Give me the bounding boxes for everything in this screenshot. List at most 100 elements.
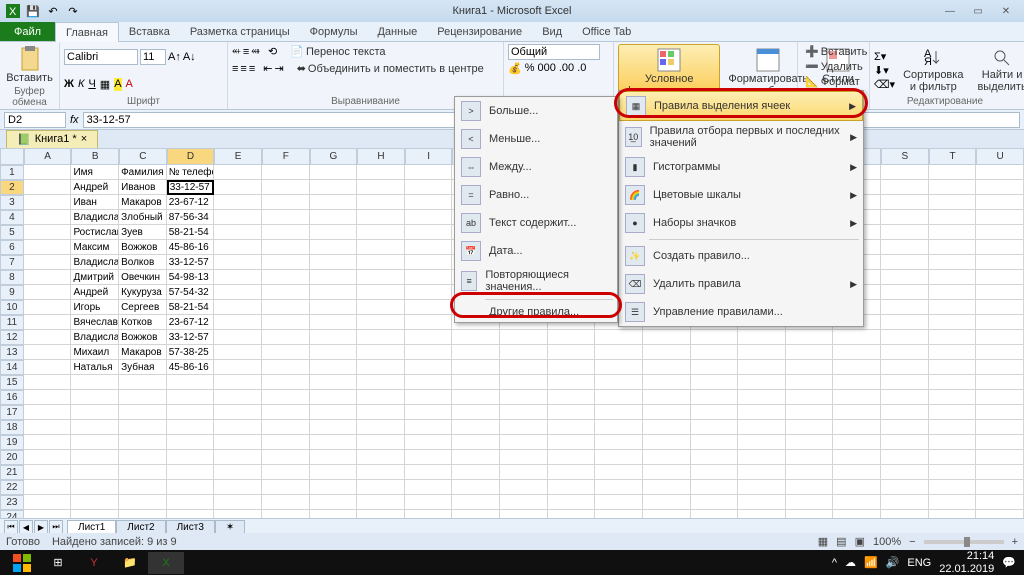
sheet-first-icon[interactable]: ⏮ xyxy=(4,520,18,534)
cell[interactable] xyxy=(262,240,310,255)
cell[interactable] xyxy=(24,435,72,450)
cell[interactable] xyxy=(786,465,834,480)
cell[interactable] xyxy=(929,240,977,255)
cell[interactable]: 58-21-54 xyxy=(167,225,215,240)
cell[interactable]: Овечкин xyxy=(119,270,167,285)
cell[interactable] xyxy=(738,465,786,480)
cell[interactable]: 57-38-25 xyxy=(167,345,215,360)
cell[interactable] xyxy=(310,165,358,180)
merge-button[interactable]: ⬌Объединить и поместить в центре xyxy=(294,61,487,76)
cell[interactable] xyxy=(929,195,977,210)
cell[interactable]: Вожжов xyxy=(119,330,167,345)
cell[interactable] xyxy=(691,375,739,390)
cell[interactable] xyxy=(167,435,215,450)
cell[interactable] xyxy=(167,465,215,480)
cell[interactable] xyxy=(24,360,72,375)
cell[interactable] xyxy=(691,330,739,345)
cell[interactable] xyxy=(881,405,929,420)
tab-insert[interactable]: Вставка xyxy=(119,22,180,41)
cell[interactable] xyxy=(405,420,453,435)
cell[interactable] xyxy=(262,285,310,300)
cell[interactable] xyxy=(310,405,358,420)
cell[interactable] xyxy=(929,255,977,270)
increase-font-icon[interactable]: A↑ xyxy=(168,51,181,63)
cell[interactable]: Андрей xyxy=(71,180,119,195)
cell[interactable]: Ростислав xyxy=(71,225,119,240)
cell[interactable] xyxy=(500,360,548,375)
zoom-level[interactable]: 100% xyxy=(873,536,901,548)
cell[interactable] xyxy=(881,180,929,195)
cell[interactable] xyxy=(71,450,119,465)
cell[interactable]: 57-54-32 xyxy=(167,285,215,300)
cell[interactable] xyxy=(310,270,358,285)
cell[interactable] xyxy=(262,375,310,390)
cell[interactable] xyxy=(691,465,739,480)
cell[interactable] xyxy=(24,240,72,255)
cell[interactable] xyxy=(929,390,977,405)
explorer-icon[interactable]: 📁 xyxy=(112,552,148,574)
cell[interactable] xyxy=(881,285,929,300)
cell[interactable] xyxy=(500,495,548,510)
cell[interactable] xyxy=(929,330,977,345)
excel-taskbar-icon[interactable]: X xyxy=(148,552,184,574)
row-header[interactable]: 22 xyxy=(0,480,24,495)
column-header[interactable]: H xyxy=(357,148,405,165)
cell[interactable] xyxy=(357,300,405,315)
cell[interactable]: Макаров xyxy=(119,345,167,360)
align-middle-icon[interactable]: ≡ xyxy=(243,46,249,58)
cell[interactable]: 33-12-57 xyxy=(167,330,215,345)
cell[interactable] xyxy=(881,240,929,255)
cell[interactable] xyxy=(548,345,596,360)
cell[interactable] xyxy=(881,195,929,210)
cell[interactable] xyxy=(214,270,262,285)
new-rule[interactable]: ✨Создать правило... xyxy=(619,242,863,270)
cell[interactable] xyxy=(357,240,405,255)
cell[interactable] xyxy=(976,255,1024,270)
cell[interactable] xyxy=(976,450,1024,465)
cell[interactable] xyxy=(405,480,453,495)
cell[interactable] xyxy=(548,360,596,375)
cell[interactable] xyxy=(24,195,72,210)
cell[interactable] xyxy=(310,300,358,315)
cell[interactable]: 87-56-34 xyxy=(167,210,215,225)
cell[interactable] xyxy=(643,480,691,495)
cell[interactable] xyxy=(119,420,167,435)
cell[interactable] xyxy=(214,435,262,450)
cell[interactable] xyxy=(357,495,405,510)
cell[interactable] xyxy=(976,360,1024,375)
cell[interactable]: 45-86-16 xyxy=(167,360,215,375)
cell[interactable] xyxy=(548,465,596,480)
cell[interactable]: Вожжов xyxy=(119,240,167,255)
cell[interactable] xyxy=(214,405,262,420)
cell[interactable] xyxy=(691,435,739,450)
cell[interactable] xyxy=(357,345,405,360)
redo-icon[interactable]: ↷ xyxy=(64,2,82,20)
cell[interactable] xyxy=(357,195,405,210)
cell[interactable] xyxy=(738,435,786,450)
cell[interactable]: Сергеев xyxy=(119,300,167,315)
tab-view[interactable]: Вид xyxy=(532,22,572,41)
cell[interactable] xyxy=(595,345,643,360)
cell[interactable] xyxy=(405,165,453,180)
cell[interactable] xyxy=(71,375,119,390)
cell[interactable] xyxy=(310,360,358,375)
zoom-in-button[interactable]: + xyxy=(1012,536,1018,548)
cell[interactable]: Зуев xyxy=(119,225,167,240)
cell[interactable] xyxy=(929,285,977,300)
cell[interactable] xyxy=(976,300,1024,315)
cell[interactable] xyxy=(71,480,119,495)
tray-notifications-icon[interactable]: 💬 xyxy=(1002,556,1016,569)
cell[interactable] xyxy=(452,360,500,375)
cell[interactable] xyxy=(881,315,929,330)
column-header[interactable]: F xyxy=(262,148,310,165)
cell[interactable] xyxy=(548,390,596,405)
cell[interactable] xyxy=(357,375,405,390)
cell[interactable] xyxy=(119,435,167,450)
cell[interactable] xyxy=(738,405,786,420)
cell[interactable]: 23-67-12 xyxy=(167,195,215,210)
cell[interactable] xyxy=(691,420,739,435)
cell[interactable] xyxy=(595,495,643,510)
cell[interactable] xyxy=(738,345,786,360)
inc-decimal-icon[interactable]: .00 xyxy=(559,62,574,75)
cell[interactable]: Вячеслав xyxy=(71,315,119,330)
